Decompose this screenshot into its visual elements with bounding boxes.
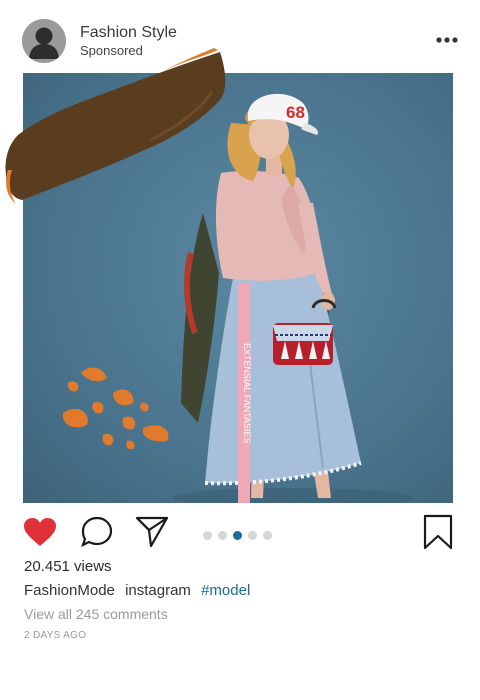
post-timestamp: 2 DAYS AGO — [24, 630, 87, 641]
save-button[interactable] — [422, 514, 454, 555]
like-button[interactable] — [22, 516, 58, 553]
carousel-dot[interactable] — [263, 531, 272, 540]
carousel-indicator[interactable] — [203, 531, 272, 541]
view-comments-link[interactable]: View all 245 comments — [24, 606, 168, 622]
caption-username[interactable]: FashionMode — [24, 582, 115, 599]
post-caption: FashionMode instagram #model — [24, 582, 256, 599]
skirt-text: EXTENSIAL FANTASIES — [242, 343, 252, 444]
carousel-dot-active[interactable] — [233, 531, 242, 540]
caption-hashtag[interactable]: #model — [201, 582, 250, 599]
view-count: 20.451 views — [24, 558, 112, 575]
bookmark-icon — [423, 514, 453, 550]
comment-button[interactable] — [80, 515, 114, 554]
carousel-dot[interactable] — [218, 531, 227, 540]
paper-plane-icon — [135, 516, 169, 548]
heart-icon — [24, 518, 56, 546]
share-button[interactable] — [134, 515, 170, 554]
carousel-dot[interactable] — [248, 531, 257, 540]
brush-stroke-decoration — [5, 48, 226, 204]
post-actions — [0, 510, 480, 554]
caption-text: instagram — [125, 582, 191, 599]
comment-bubble-icon — [81, 516, 113, 548]
carousel-dot[interactable] — [203, 531, 212, 540]
